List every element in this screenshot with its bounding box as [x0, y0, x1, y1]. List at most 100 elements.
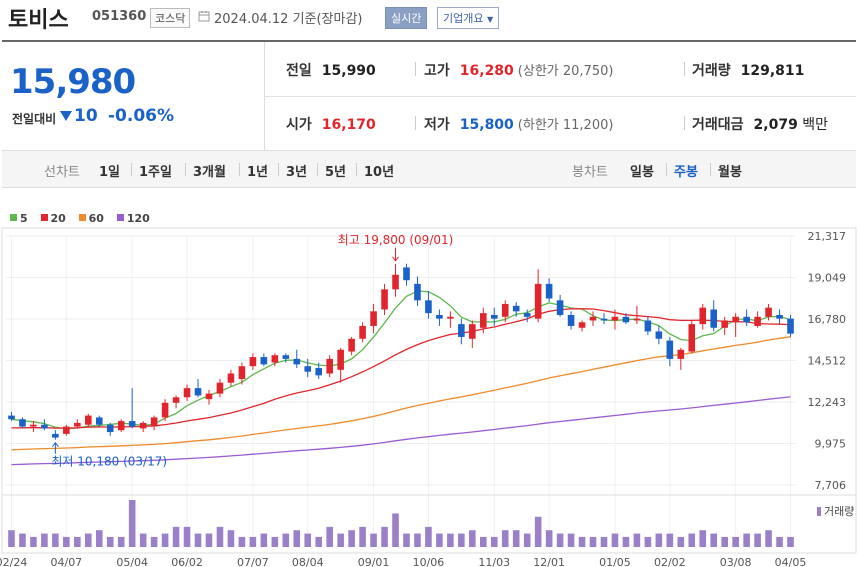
period-1w[interactable]: 1주일: [139, 161, 172, 180]
amount-item: 거래대금 2,079 백만: [692, 114, 828, 134]
realtime-button[interactable]: 실시간: [385, 7, 428, 29]
candle-body: [260, 357, 268, 365]
volume-bar: [381, 526, 388, 547]
candle-body: [403, 267, 410, 281]
volume-legend: 거래량: [817, 503, 854, 519]
period-5y[interactable]: 5년: [325, 161, 346, 180]
volume-bar: [776, 536, 783, 547]
x-tick-label: 01/05: [599, 556, 631, 567]
volume-bar: [304, 533, 312, 547]
candle-body: [106, 424, 114, 433]
amount-value: 2,079: [753, 117, 798, 133]
volume-bar: [512, 530, 520, 547]
divider: [356, 163, 357, 176]
candle-body: [117, 421, 125, 431]
x-tick-label: 05/04: [116, 556, 148, 567]
period-3y[interactable]: 3년: [286, 161, 307, 180]
x-tick-label: 06/02: [171, 556, 203, 567]
x-tick-label: 12/01: [533, 556, 565, 567]
x-tick-label: 07/07: [237, 556, 269, 567]
volume-bar: [534, 516, 542, 547]
candle-weekly[interactable]: 주봉: [674, 161, 698, 180]
candle-body: [183, 388, 191, 398]
candle-body: [721, 320, 728, 328]
candle-daily[interactable]: 일봉: [630, 161, 654, 180]
divider: [278, 163, 279, 176]
period-1d[interactable]: 1일: [99, 161, 120, 180]
volume-label: 거래량: [692, 63, 731, 79]
open-item: 시가 16,170: [286, 114, 376, 134]
y-tick-label: 12,243: [808, 396, 847, 409]
volume-bar: [490, 536, 498, 547]
period-10y[interactable]: 10년: [364, 161, 394, 180]
chevron-down-icon: ▼: [486, 15, 494, 24]
x-tick-label: 09/01: [358, 556, 390, 567]
divider: [239, 163, 240, 176]
x-tick-label: 04/05: [775, 556, 807, 567]
x-tick-label: 08/04: [292, 556, 324, 567]
volume-bar: [501, 530, 509, 547]
volume-bar: [85, 533, 92, 547]
volume-bar: [52, 533, 59, 547]
x-tick-label: 03/08: [720, 556, 752, 567]
candle-body: [754, 316, 761, 326]
volume-bar: [732, 536, 739, 547]
candle-body: [249, 357, 257, 367]
stock-name: 토비스: [8, 8, 69, 33]
volume-bar: [74, 536, 81, 547]
candle-body: [348, 338, 355, 352]
candle-monthly[interactable]: 월봉: [718, 161, 742, 180]
y-tick-label: 9,975: [815, 438, 847, 451]
stock-header: 토비스 051360 코스닥 2024.04.12 기준(장마감) 실시간 기업…: [0, 0, 858, 36]
period-bar: 선차트 1일 1주일 3개월 1년 3년 5년 10년 봉차트 일봉 주봉 월봉: [2, 150, 856, 188]
prev-close-label: 전일: [286, 63, 312, 79]
candle-body: [611, 316, 619, 321]
high-item: 고가 16,280 (상한가 20,750): [424, 60, 613, 80]
volume-bar: [754, 533, 761, 547]
candle-body: [304, 366, 312, 372]
current-price: 15,980: [10, 62, 136, 102]
open-label: 시가: [286, 117, 312, 133]
stock-code: 051360: [92, 9, 147, 24]
candle-body: [523, 313, 531, 317]
volume-bar: [644, 536, 652, 547]
period-1y[interactable]: 1년: [247, 161, 268, 180]
candle-body: [227, 373, 235, 383]
quote-row-2: 시가 16,170 저가 15,800 (하한가 11,200) 거래대금 2,079 …: [264, 96, 856, 150]
candle-body: [688, 324, 696, 352]
low-label: 저가: [424, 117, 450, 133]
candle-body: [622, 316, 630, 323]
volume-bar: [315, 536, 322, 547]
change-rate: -0.06%: [108, 106, 175, 126]
calendar-icon: [198, 11, 210, 22]
volume-item: 거래량 129,811: [692, 60, 804, 80]
date-text: 2024.04.12 기준(장마감): [214, 12, 363, 27]
volume-bar: [556, 533, 564, 547]
divider: [684, 116, 685, 130]
candle-body: [501, 303, 509, 317]
period-3m[interactable]: 3개월: [193, 161, 226, 180]
volume-bar: [688, 533, 696, 547]
candle-body: [19, 419, 26, 427]
stock-chart[interactable]: 21,317 19,049 16,780 14,512 12,243 9,975 7,706…: [0, 190, 858, 567]
candle-body: [337, 349, 344, 370]
candle-body: [699, 307, 707, 325]
volume-bar: [41, 533, 48, 547]
y-tick-label: 21,317: [808, 230, 847, 243]
volume-bar: [194, 533, 202, 547]
volume-bar: [436, 533, 443, 547]
candle-body: [710, 309, 717, 328]
volume-bar: [414, 533, 421, 547]
volume-bar: [359, 526, 366, 547]
volume-bar: [545, 530, 553, 547]
volume-bar: [282, 533, 290, 547]
volume-bar: [227, 530, 235, 547]
volume-bar: [139, 533, 147, 547]
candle-body: [150, 417, 158, 427]
company-overview-button[interactable]: 기업개요 ▼: [437, 7, 500, 29]
candle-body: [282, 355, 290, 359]
line-chart-label: 선차트: [44, 165, 80, 180]
volume-bar: [205, 533, 213, 547]
candle-body: [139, 422, 147, 429]
volume-legend-label: 거래량: [824, 505, 855, 518]
